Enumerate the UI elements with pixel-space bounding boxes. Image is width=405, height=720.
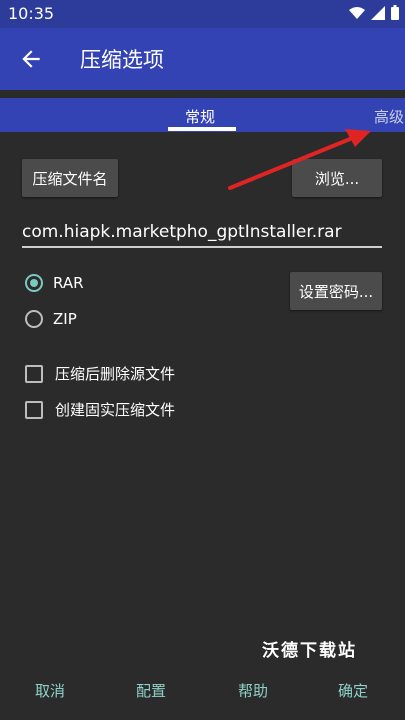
watermark: 沃德下载站 [262,641,357,661]
browse-button[interactable]: 浏览... [292,159,382,197]
archive-filename-input[interactable] [22,218,382,248]
solid-archive-option[interactable]: 创建固实压缩文件 [25,399,175,420]
tab-advanced[interactable]: 高级 [374,106,404,127]
cancel-button[interactable]: 取消 [35,680,65,701]
tab-bar: 常规 高级 [0,98,405,132]
ok-button[interactable]: 确定 [338,680,368,701]
radio-rar-label: RAR [53,274,84,292]
signal-icon [371,5,385,20]
tab-indicator [168,127,236,131]
config-button[interactable]: 配置 [136,680,166,701]
help-button[interactable]: 帮助 [238,680,268,701]
set-password-button[interactable]: 设置密码... [290,272,382,310]
checkbox-delete-source[interactable] [25,364,43,383]
wifi-icon [349,6,365,19]
battery-icon [391,5,399,20]
status-icons [349,5,399,20]
divider [0,90,405,98]
format-zip-option[interactable]: ZIP [25,310,77,328]
page-title: 压缩选项 [80,48,164,72]
radio-zip[interactable] [25,310,43,328]
delete-source-option[interactable]: 压缩后删除源文件 [25,363,175,384]
checkbox-delete-source-label: 压缩后删除源文件 [55,365,176,383]
tab-general[interactable]: 常规 [185,106,215,127]
status-bar: 10:35 [0,0,405,28]
radio-zip-label: ZIP [53,310,77,328]
app-bar: 压缩选项 [0,28,405,90]
arrow-left-icon[interactable] [18,46,44,72]
radio-rar[interactable] [25,274,43,292]
format-rar-option[interactable]: RAR [25,274,84,292]
archive-name-button[interactable]: 压缩文件名 [22,159,118,197]
status-time: 10:35 [8,4,55,23]
checkbox-solid-archive-label: 创建固实压缩文件 [55,401,176,419]
checkbox-solid-archive[interactable] [25,400,43,419]
